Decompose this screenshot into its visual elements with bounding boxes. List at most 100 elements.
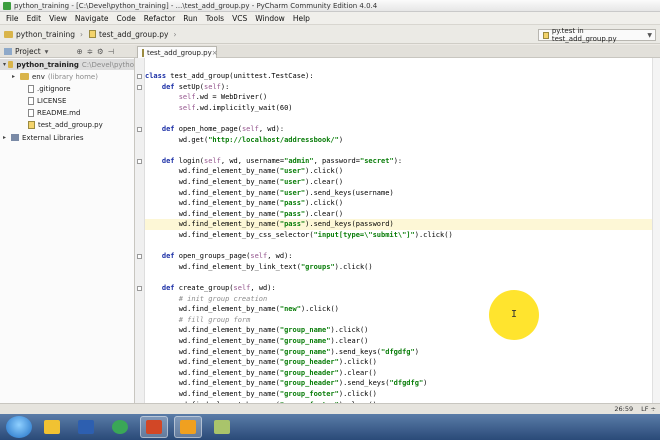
code-line[interactable] bbox=[145, 272, 660, 283]
code-line[interactable]: def setUp(self): bbox=[145, 82, 660, 93]
project-view-icon bbox=[4, 47, 12, 55]
folder-icon bbox=[20, 73, 29, 80]
code-line[interactable]: class test_add_group(unittest.TestCase): bbox=[145, 71, 660, 82]
code-line[interactable]: wd.get("http://localhost/addressbook/") bbox=[145, 135, 660, 146]
pycharm-window: python_training - [C:\Devel\python_train… bbox=[0, 0, 660, 440]
menu-edit[interactable]: Edit bbox=[23, 14, 46, 23]
fold-marker-icon[interactable] bbox=[137, 127, 142, 132]
code-line[interactable]: wd.find_element_by_name("pass").send_key… bbox=[145, 219, 660, 231]
chrome-icon bbox=[112, 420, 128, 434]
code-line[interactable]: def login(self, wd, username="admin", pa… bbox=[145, 156, 660, 167]
editor-scrollbar[interactable] bbox=[652, 58, 660, 403]
code-line[interactable]: wd.find_element_by_name("user").clear() bbox=[145, 177, 660, 188]
start-orb-icon[interactable] bbox=[6, 416, 32, 438]
taskbar-button[interactable] bbox=[140, 416, 168, 438]
menu-file[interactable]: File bbox=[2, 14, 23, 23]
code-line[interactable]: # init group creation bbox=[145, 294, 660, 305]
menu-help[interactable]: Help bbox=[289, 14, 314, 23]
text-file-icon bbox=[28, 96, 34, 105]
code-line[interactable]: def create_group(self, wd): bbox=[145, 283, 660, 294]
code-line[interactable]: wd.find_element_by_link_text("groups").c… bbox=[145, 262, 660, 273]
code-line[interactable]: wd.find_element_by_name("group_header").… bbox=[145, 378, 660, 389]
tab-test-add-group[interactable]: test_add_group.py × bbox=[137, 46, 218, 58]
code-line[interactable]: # fill group form bbox=[145, 315, 660, 326]
collapse-icon[interactable]: ≑ bbox=[87, 47, 93, 56]
fold-marker-icon[interactable] bbox=[137, 84, 142, 90]
code-line[interactable] bbox=[145, 145, 660, 156]
menu-window[interactable]: Window bbox=[251, 14, 289, 23]
breadcrumb-file[interactable]: test_add_group.py › bbox=[89, 30, 176, 39]
tree-item-env[interactable]: ▸ env (library home) bbox=[12, 71, 98, 82]
chevron-down-icon[interactable]: ▾ bbox=[45, 47, 49, 56]
text-file-icon bbox=[28, 108, 34, 117]
editor-tabs: test_add_group.py × bbox=[135, 45, 660, 58]
code-line[interactable]: wd.find_element_by_name("pass").clear() bbox=[145, 209, 660, 220]
menu-navigate[interactable]: Navigate bbox=[71, 14, 113, 23]
breadcrumb-project-label: python_training bbox=[16, 29, 76, 39]
code-line[interactable]: def open_home_page(self, wd): bbox=[145, 124, 660, 135]
tree-item-hint: (library home) bbox=[47, 72, 98, 81]
tree-item-license[interactable]: LICENSE bbox=[28, 95, 66, 106]
folder-icon bbox=[7, 61, 14, 68]
code-line[interactable] bbox=[145, 113, 660, 124]
taskbar-button[interactable] bbox=[106, 416, 134, 438]
tree-item-gitignore[interactable]: .gitignore bbox=[28, 83, 71, 94]
chevron-down-icon: ▼ bbox=[647, 31, 652, 39]
code-line[interactable]: wd.find_element_by_name("new").click() bbox=[145, 304, 660, 315]
tree-item-project-root[interactable]: ▾ python_training C:\Devel\pytho bbox=[0, 59, 134, 70]
code-line[interactable]: def open_groups_page(self, wd): bbox=[145, 251, 660, 262]
target-icon[interactable]: ⊕ bbox=[76, 47, 82, 56]
expand-triangle-icon: ▸ bbox=[3, 134, 7, 141]
code-line[interactable]: self.wd.implicitly_wait(60) bbox=[145, 103, 660, 114]
tree-item-label: .gitignore bbox=[37, 84, 71, 93]
menu-refactor[interactable]: Refactor bbox=[140, 14, 179, 23]
breadcrumb-project[interactable]: python_training › bbox=[4, 30, 83, 39]
close-icon[interactable]: × bbox=[212, 49, 218, 57]
code-line[interactable]: self.wd = WebDriver() bbox=[145, 92, 660, 103]
code-line[interactable]: wd.find_element_by_name("group_footer").… bbox=[145, 389, 660, 400]
taskbar-button[interactable] bbox=[174, 416, 202, 438]
taskbar-button[interactable] bbox=[38, 416, 66, 438]
code-line[interactable]: wd.find_element_by_name("group_header").… bbox=[145, 357, 660, 368]
code-line[interactable]: wd.find_element_by_name("user").click() bbox=[145, 166, 660, 177]
tree-item-path: C:\Devel\pytho bbox=[81, 60, 134, 69]
run-configuration-label: py.test in test_add_group.py bbox=[551, 27, 617, 43]
code-line[interactable]: wd.find_element_by_css_selector("input[t… bbox=[145, 230, 660, 241]
expand-triangle-icon: ▸ bbox=[12, 73, 16, 80]
tree-item-test-add-group[interactable]: test_add_group.py bbox=[28, 119, 103, 130]
editor-gutter[interactable] bbox=[135, 58, 145, 403]
tree-item-label: External Libraries bbox=[22, 133, 84, 142]
run-configuration-select[interactable]: py.test in test_add_group.py ▼ bbox=[538, 27, 656, 43]
code-line[interactable]: wd.find_element_by_name("user").send_key… bbox=[145, 188, 660, 199]
fold-marker-icon[interactable] bbox=[137, 254, 142, 260]
code-line[interactable]: wd.find_element_by_name("group_header").… bbox=[145, 368, 660, 379]
code-editor[interactable]: class test_add_group(unittest.TestCase):… bbox=[145, 58, 660, 403]
caret-position[interactable]: 26:59 bbox=[614, 405, 633, 413]
breadcrumb-file-label: test_add_group.py bbox=[99, 29, 169, 39]
hide-panel-icon[interactable]: ⊣ bbox=[108, 47, 115, 56]
menu-tools[interactable]: Tools bbox=[202, 14, 228, 23]
menu-vcs[interactable]: VCS bbox=[228, 14, 251, 23]
line-separator[interactable]: LF ÷ bbox=[641, 405, 656, 413]
gear-icon[interactable]: ⚙ bbox=[97, 47, 104, 56]
fold-marker-icon[interactable] bbox=[137, 74, 142, 79]
menu-view[interactable]: View bbox=[45, 14, 71, 23]
tree-item-external-libraries[interactable]: ▸ External Libraries bbox=[3, 132, 84, 143]
code-line[interactable]: wd.find_element_by_name("group_name").cl… bbox=[145, 336, 660, 347]
project-panel-label[interactable]: Project bbox=[15, 47, 41, 56]
code-line[interactable]: wd.find_element_by_name("pass").click() bbox=[145, 198, 660, 209]
code-line[interactable]: wd.find_element_by_name("group_name").cl… bbox=[145, 325, 660, 336]
code-line[interactable] bbox=[145, 241, 660, 252]
text-file-icon bbox=[28, 84, 34, 93]
tree-item-label: python_training bbox=[16, 60, 79, 69]
pycharm-icon bbox=[180, 420, 196, 434]
tree-item-readme[interactable]: README.md bbox=[28, 107, 80, 118]
menu-code[interactable]: Code bbox=[113, 14, 140, 23]
taskbar-button[interactable] bbox=[208, 416, 236, 438]
fold-marker-icon[interactable] bbox=[137, 286, 142, 291]
fold-marker-icon[interactable] bbox=[137, 158, 142, 164]
menu-run[interactable]: Run bbox=[179, 14, 201, 23]
taskbar-button[interactable] bbox=[72, 416, 100, 438]
code-line[interactable]: wd.find_element_by_name("group_name").se… bbox=[145, 347, 660, 358]
folder-icon bbox=[4, 30, 13, 38]
